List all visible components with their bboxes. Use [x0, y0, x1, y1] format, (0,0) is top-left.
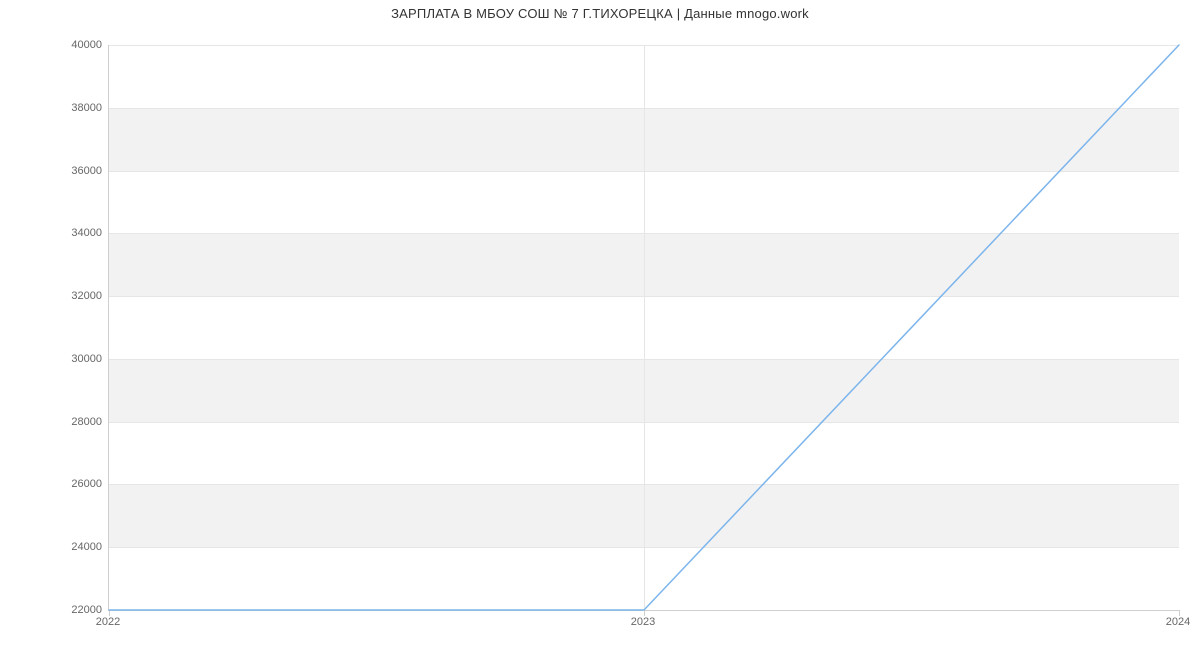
y-tick-label: 22000 — [52, 604, 102, 616]
plot-area — [108, 45, 1179, 611]
series-path — [109, 45, 1179, 610]
y-tick-label: 28000 — [52, 416, 102, 428]
y-tick-label: 30000 — [52, 353, 102, 365]
y-tick-label: 24000 — [52, 541, 102, 553]
chart-container: ЗАРПЛАТА В МБОУ СОШ № 7 Г.ТИХОРЕЦКА | Да… — [0, 0, 1200, 650]
x-tick-label: 2022 — [96, 616, 120, 628]
x-tick-label: 2024 — [1166, 616, 1190, 628]
y-tick-label: 38000 — [52, 102, 102, 114]
x-tick-mark — [1179, 610, 1180, 616]
x-tick-mark — [644, 610, 645, 616]
y-tick-label: 34000 — [52, 227, 102, 239]
chart-title: ЗАРПЛАТА В МБОУ СОШ № 7 Г.ТИХОРЕЦКА | Да… — [0, 6, 1200, 21]
line-series — [109, 45, 1179, 610]
y-tick-label: 40000 — [52, 39, 102, 51]
x-tick-label: 2023 — [631, 616, 655, 628]
y-tick-label: 32000 — [52, 290, 102, 302]
x-tick-mark — [109, 610, 110, 616]
y-tick-label: 26000 — [52, 478, 102, 490]
y-tick-label: 36000 — [52, 165, 102, 177]
